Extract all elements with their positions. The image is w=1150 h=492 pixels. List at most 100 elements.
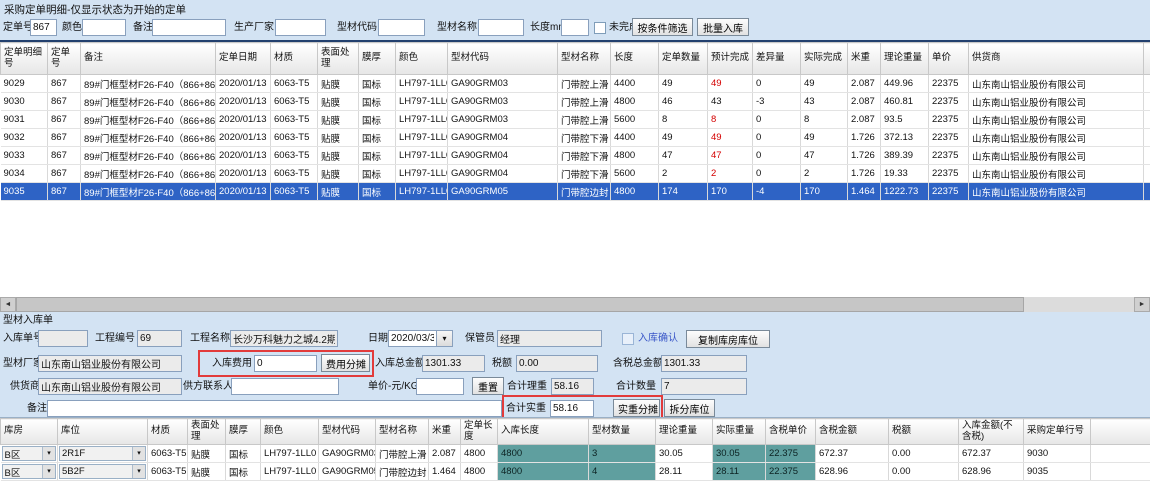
column-header[interactable]: 型材名称 <box>376 419 429 445</box>
column-header[interactable]: 实际完成 <box>801 43 848 75</box>
cell: 49 <box>708 75 753 93</box>
column-header[interactable]: 型材代码 <box>448 43 558 75</box>
fee-share-button[interactable]: 费用分摊 <box>321 354 370 372</box>
column-header[interactable]: 米重 <box>848 43 881 75</box>
column-header[interactable]: 库位 <box>58 419 148 445</box>
column-header[interactable]: 实际重量 <box>713 419 766 445</box>
column-header[interactable]: 表面处理 <box>318 43 359 75</box>
chevron-down-icon[interactable]: ▾ <box>42 447 55 460</box>
split-location-button[interactable]: 拆分库位 <box>664 399 715 417</box>
tax-total-field[interactable] <box>661 355 747 372</box>
column-header[interactable]: 税额 <box>889 419 959 445</box>
table-row[interactable]: 903486789#门框型材F26-F40（866+867）2020/01/13… <box>1 165 1150 183</box>
column-header[interactable]: 长度 <box>611 43 659 75</box>
scrollbar-track[interactable] <box>1024 297 1134 312</box>
column-header[interactable]: 膜厚 <box>359 43 396 75</box>
column-header[interactable]: 含税金额 <box>816 419 889 445</box>
column-header[interactable]: 采购定单行号 <box>1024 419 1091 445</box>
profile-code-filter-input[interactable] <box>378 19 425 36</box>
tax-field[interactable] <box>516 355 598 372</box>
project-no-field[interactable] <box>137 330 182 347</box>
warehouse-combo[interactable]: B区▾ <box>2 464 57 479</box>
column-header[interactable]: 差异量 <box>753 43 801 75</box>
project-name-label: 工程名称 <box>190 330 230 347</box>
inbound-no-field[interactable] <box>38 330 88 347</box>
chevron-down-icon[interactable]: ▾ <box>132 447 145 460</box>
column-header[interactable]: 单价 <box>929 43 969 75</box>
profile-name-filter-input[interactable] <box>478 19 524 36</box>
batch-inbound-button[interactable]: 批量入库 <box>697 18 749 36</box>
column-header[interactable]: 定单数量 <box>659 43 708 75</box>
actual-weight-share-button[interactable]: 实重分摊 <box>613 399 660 417</box>
chevron-down-icon[interactable]: ▾ <box>42 465 55 478</box>
scroll-left-icon[interactable]: ◄ <box>0 297 16 312</box>
total-qty-field[interactable] <box>661 378 747 395</box>
cell: 5600 <box>611 165 659 183</box>
chevron-down-icon[interactable]: ▾ <box>132 465 145 478</box>
table-row[interactable]: 902986789#门框型材F26-F40（866+867）2020/01/13… <box>1 75 1150 93</box>
table-row[interactable]: B区▾5B2F▾6063-T5贴膜国标LH797-1LL0GA90GRM05门带… <box>1 463 1150 481</box>
profile-manufacturer-field[interactable] <box>38 355 182 372</box>
remark-filter-input[interactable] <box>152 19 226 36</box>
scrollbar-thumb[interactable] <box>16 297 1024 312</box>
table-row[interactable]: 903186789#门框型材F26-F40（866+867）2020/01/13… <box>1 111 1150 129</box>
date-field[interactable] <box>388 330 437 347</box>
inbound-confirm-checkbox[interactable] <box>622 333 634 345</box>
column-header[interactable]: 型材名称 <box>558 43 611 75</box>
bin-location-combo[interactable]: 5B2F▾ <box>59 464 146 479</box>
column-header[interactable]: 表面处理 <box>188 419 226 445</box>
unit-price-input[interactable] <box>416 378 464 395</box>
order-no-input[interactable] <box>30 19 57 36</box>
reset-button[interactable]: 重置 <box>472 377 504 395</box>
supplier-contact-input[interactable] <box>231 378 339 395</box>
total-theory-weight-field[interactable] <box>551 378 594 395</box>
manufacturer-filter-input[interactable] <box>275 19 326 36</box>
column-header[interactable]: 颜色 <box>396 43 448 75</box>
date-dropdown-icon[interactable]: ▾ <box>437 330 453 347</box>
table-row[interactable]: 903086789#门框型材F26-F40（866+867）2020/01/13… <box>1 93 1150 111</box>
column-header[interactable]: 入库金额(不含税) <box>959 419 1024 445</box>
warehouse-combo[interactable]: B区▾ <box>2 446 57 461</box>
keeper-field[interactable] <box>497 330 602 347</box>
filter-by-condition-button[interactable]: 按条件筛选 <box>632 18 693 36</box>
length-filter-input[interactable] <box>561 19 589 36</box>
table-row[interactable]: B区▾2R1F▾6063-T5贴膜国标LH797-1LL0GA90GRM03门带… <box>1 445 1150 463</box>
column-header[interactable]: 材质 <box>271 43 318 75</box>
column-header[interactable]: 含税单价 <box>766 419 816 445</box>
supplier-field[interactable] <box>38 378 182 395</box>
unfinished-checkbox[interactable] <box>594 22 606 34</box>
column-header[interactable]: 定单明细号 <box>1 43 48 75</box>
table-row[interactable]: 903386789#门框型材F26-F40（866+867）2020/01/13… <box>1 147 1150 165</box>
column-header[interactable]: 库房 <box>1 419 58 445</box>
inbound-fee-input[interactable] <box>254 355 317 372</box>
table-row[interactable]: 903286789#门框型材F26-F40（866+867）2020/01/13… <box>1 129 1150 147</box>
column-header[interactable]: 材质 <box>148 419 188 445</box>
cell: -3 <box>753 93 801 111</box>
tax-label: 税额 <box>492 355 512 372</box>
horizontal-scrollbar[interactable]: ◄ ► <box>0 297 1150 312</box>
table-row[interactable]: 903586789#门框型材F26-F40（866+867）2020/01/13… <box>1 183 1150 201</box>
column-header[interactable]: 膜厚 <box>226 419 261 445</box>
copy-warehouse-location-button[interactable]: 复制库房库位 <box>686 330 770 348</box>
column-header[interactable]: 型材数量 <box>589 419 656 445</box>
column-header[interactable]: 定单日期 <box>216 43 271 75</box>
column-header[interactable]: 入库长度 <box>498 419 589 445</box>
column-header[interactable]: 型材代码 <box>319 419 376 445</box>
column-header[interactable]: 米重 <box>429 419 461 445</box>
column-header[interactable]: 定单长度 <box>461 419 498 445</box>
column-header[interactable]: 供货商 <box>969 43 1144 75</box>
column-header[interactable]: 理论重量 <box>881 43 929 75</box>
column-header[interactable]: 颜色 <box>261 419 319 445</box>
color-filter-input[interactable] <box>82 19 126 36</box>
total-amount-field[interactable] <box>422 355 485 372</box>
column-header[interactable]: 备注 <box>81 43 216 75</box>
bin-location-combo[interactable]: 2R1F▾ <box>59 446 146 461</box>
column-header[interactable]: 定单号 <box>48 43 81 75</box>
project-name-field[interactable] <box>230 330 338 347</box>
column-header[interactable]: 理论重量 <box>656 419 713 445</box>
profile-manufacturer-label: 型材厂家 <box>3 355 43 372</box>
scroll-right-icon[interactable]: ► <box>1134 297 1150 312</box>
remark-input[interactable] <box>47 400 502 417</box>
column-header[interactable]: 预计完成 <box>708 43 753 75</box>
total-actual-weight-input[interactable] <box>550 400 594 417</box>
